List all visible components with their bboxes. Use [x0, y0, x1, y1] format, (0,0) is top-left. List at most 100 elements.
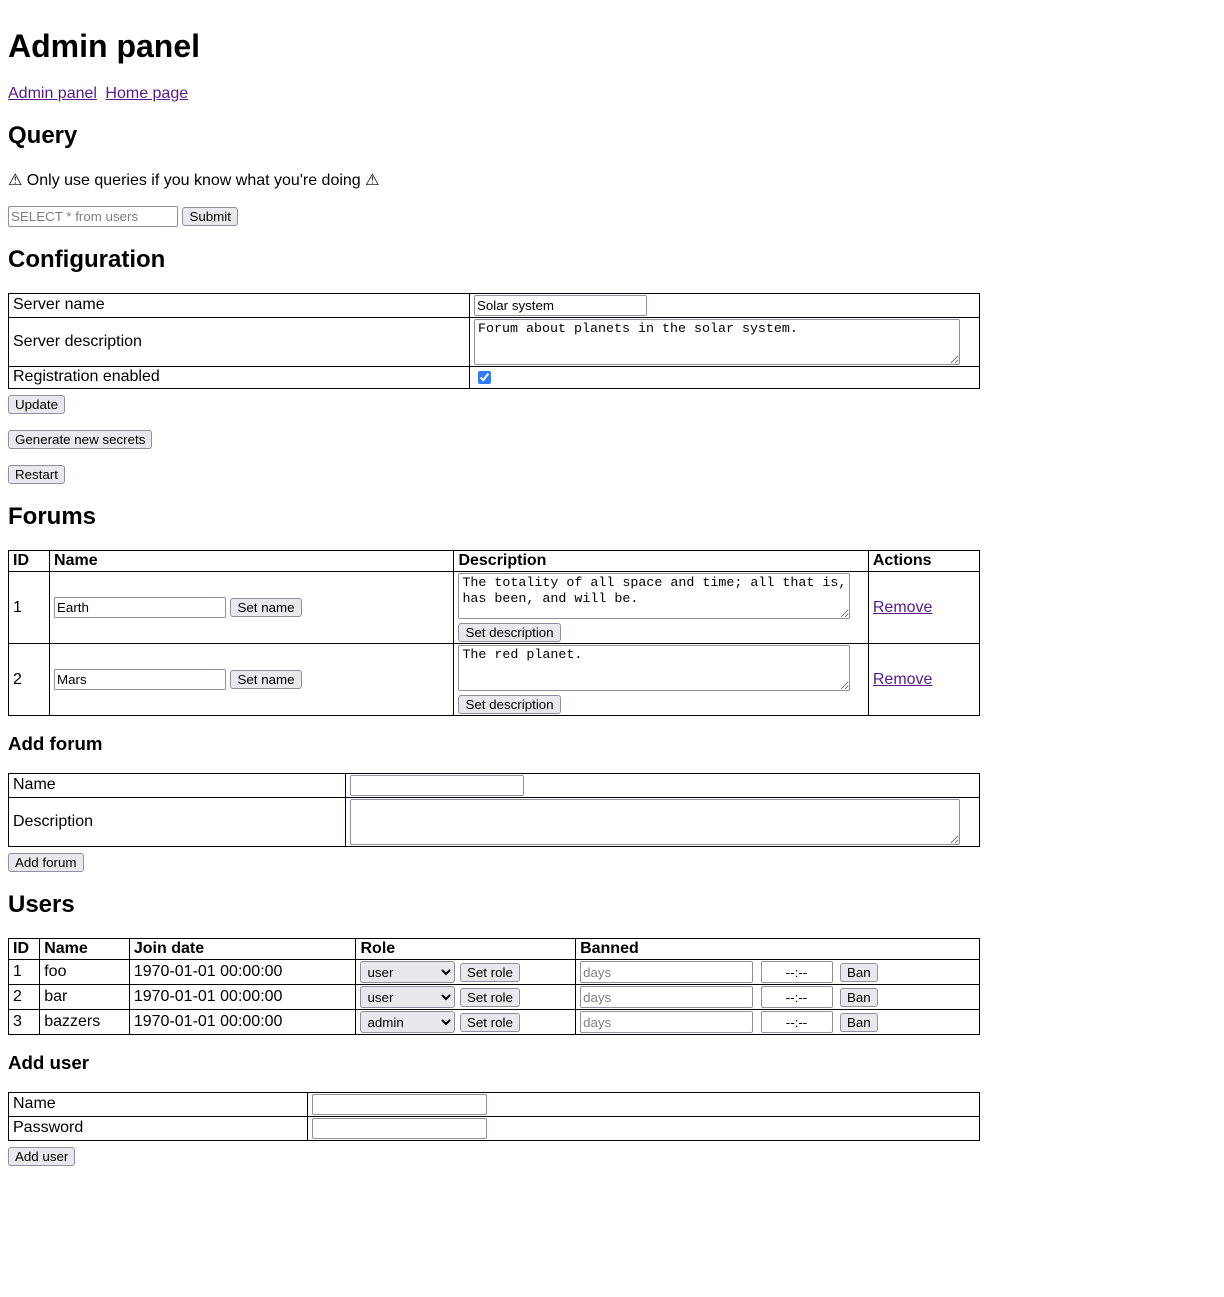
set-role-button[interactable]: Set role	[459, 987, 520, 1007]
set-role-button[interactable]: Set role	[459, 1012, 520, 1032]
registration-enabled-checkbox[interactable]	[478, 370, 491, 384]
user-role-cell: user admin Set role	[355, 984, 577, 1011]
forums-col-id: ID	[7, 550, 51, 573]
ban-button[interactable]: Ban	[839, 962, 878, 982]
add-forum-button[interactable]: Add forum	[8, 852, 84, 872]
add-user-button[interactable]: Add user	[8, 1146, 76, 1166]
add-user-password-cell	[307, 1115, 980, 1141]
restart-row: Restart	[8, 464, 1200, 484]
table-row: 2 Set name The red planet. Set descripti…	[7, 643, 981, 717]
users-heading: Users	[8, 890, 75, 918]
table-row: Registration enabled	[8, 365, 980, 389]
forum-name-input[interactable]	[54, 669, 227, 691]
add-forum-name-input[interactable]	[350, 774, 524, 796]
users-table: ID Name Join date Role Banned 1 foo 1970…	[7, 938, 980, 1036]
add-forum-table: Name Description	[8, 772, 980, 847]
add-forum-button-row: Add forum	[8, 852, 1200, 872]
ban-time-input[interactable]	[760, 986, 833, 1009]
table-row: 1 foo 1970-01-01 00:00:00 user admin Set…	[7, 959, 980, 986]
table-row: Description	[8, 796, 980, 847]
role-select[interactable]: user admin	[360, 1011, 456, 1034]
config-label-server-description: Server description	[8, 316, 470, 367]
user-name: bar	[39, 984, 130, 1011]
set-name-button[interactable]: Set name	[230, 670, 302, 690]
user-join-date: 1970-01-01 00:00:00	[128, 1009, 357, 1036]
page-title: Admin panel	[8, 28, 201, 64]
nav-link-admin-panel[interactable]: Admin panel	[8, 85, 97, 102]
user-join-date: 1970-01-01 00:00:00	[128, 959, 357, 986]
add-user-label-name: Name	[8, 1091, 308, 1117]
add-forum-label-description: Description	[8, 796, 346, 847]
add-user-table: Name Password	[8, 1091, 980, 1141]
ban-button[interactable]: Ban	[839, 987, 878, 1007]
table-header-row: ID Name Description Actions	[7, 550, 981, 573]
config-value-registration-enabled	[469, 365, 980, 389]
ban-days-input[interactable]	[580, 961, 754, 984]
add-user-heading: Add user	[8, 1052, 90, 1074]
configuration-heading: Configuration	[8, 245, 166, 273]
role-select[interactable]: user admin	[360, 986, 456, 1009]
table-row: Server description Forum about planets i…	[8, 316, 980, 367]
table-header-row: ID Name Join date Role Banned	[7, 938, 980, 961]
ban-time-input[interactable]	[760, 1011, 833, 1034]
user-id: 1	[7, 959, 41, 986]
update-button[interactable]: Update	[8, 394, 65, 414]
forums-col-name: Name	[49, 550, 455, 573]
forum-description-textarea[interactable]: The totality of all space and time; all …	[458, 573, 851, 620]
forums-heading: Forums	[8, 502, 97, 530]
remove-forum-link[interactable]: Remove	[873, 599, 933, 616]
set-description-button[interactable]: Set description	[458, 695, 561, 715]
add-forum-description-textarea[interactable]	[350, 798, 960, 845]
table-row: 2 bar 1970-01-01 00:00:00 user admin Set…	[7, 984, 980, 1011]
query-input[interactable]	[8, 205, 178, 227]
table-row: Password	[8, 1115, 980, 1141]
add-forum-heading: Add forum	[8, 733, 103, 755]
generate-new-secrets-button[interactable]: Generate new secrets	[8, 429, 153, 449]
user-name: bazzers	[39, 1009, 130, 1036]
user-banned-cell: Ban	[575, 959, 980, 986]
config-value-server-name	[469, 292, 980, 318]
user-id: 2	[7, 984, 41, 1011]
user-banned-cell: Ban	[575, 984, 980, 1011]
ban-time-input[interactable]	[760, 961, 833, 984]
users-col-id: ID	[7, 938, 41, 961]
server-name-input[interactable]	[474, 294, 647, 316]
query-form: Submit	[8, 205, 1200, 227]
configuration-table: Server name Server description Forum abo…	[8, 292, 980, 389]
add-user-password-input[interactable]	[312, 1117, 487, 1139]
forum-description-cell: The totality of all space and time; all …	[453, 571, 869, 645]
users-col-name: Name	[39, 938, 130, 961]
ban-days-input[interactable]	[580, 1011, 754, 1034]
add-user-name-cell	[307, 1091, 980, 1117]
forums-col-description: Description	[453, 550, 869, 573]
config-value-server-description: Forum about planets in the solar system.	[469, 316, 980, 367]
add-forum-name-cell	[345, 772, 980, 798]
ban-days-input[interactable]	[580, 986, 754, 1009]
add-forum-description-cell	[345, 796, 980, 847]
forum-name-input[interactable]	[54, 597, 227, 619]
users-col-role: Role	[355, 938, 577, 961]
forum-actions-cell: Remove	[867, 571, 981, 645]
restart-button[interactable]: Restart	[8, 464, 65, 484]
remove-forum-link[interactable]: Remove	[873, 671, 933, 688]
nav-link-home-page[interactable]: Home page	[105, 85, 188, 102]
query-submit-button[interactable]: Submit	[182, 206, 238, 226]
forums-table: ID Name Description Actions 1 Set name T…	[7, 550, 981, 717]
query-heading: Query	[8, 122, 78, 150]
forum-description-textarea[interactable]: The red planet.	[458, 645, 851, 692]
set-description-button[interactable]: Set description	[458, 623, 561, 643]
server-description-textarea[interactable]: Forum about planets in the solar system.	[474, 318, 960, 365]
user-banned-cell: Ban	[575, 1009, 980, 1036]
ban-button[interactable]: Ban	[839, 1012, 878, 1032]
role-select[interactable]: user admin	[360, 961, 456, 984]
set-name-button[interactable]: Set name	[230, 598, 302, 618]
table-row: 3 bazzers 1970-01-01 00:00:00 user admin…	[7, 1009, 980, 1036]
user-id: 3	[7, 1009, 41, 1036]
forums-col-actions: Actions	[867, 550, 981, 573]
table-row: Name	[8, 772, 980, 798]
set-role-button[interactable]: Set role	[459, 962, 520, 982]
update-row: Update	[8, 394, 1200, 414]
add-user-name-input[interactable]	[312, 1093, 487, 1115]
forum-id: 2	[7, 643, 51, 717]
table-row: Name	[8, 1091, 980, 1117]
